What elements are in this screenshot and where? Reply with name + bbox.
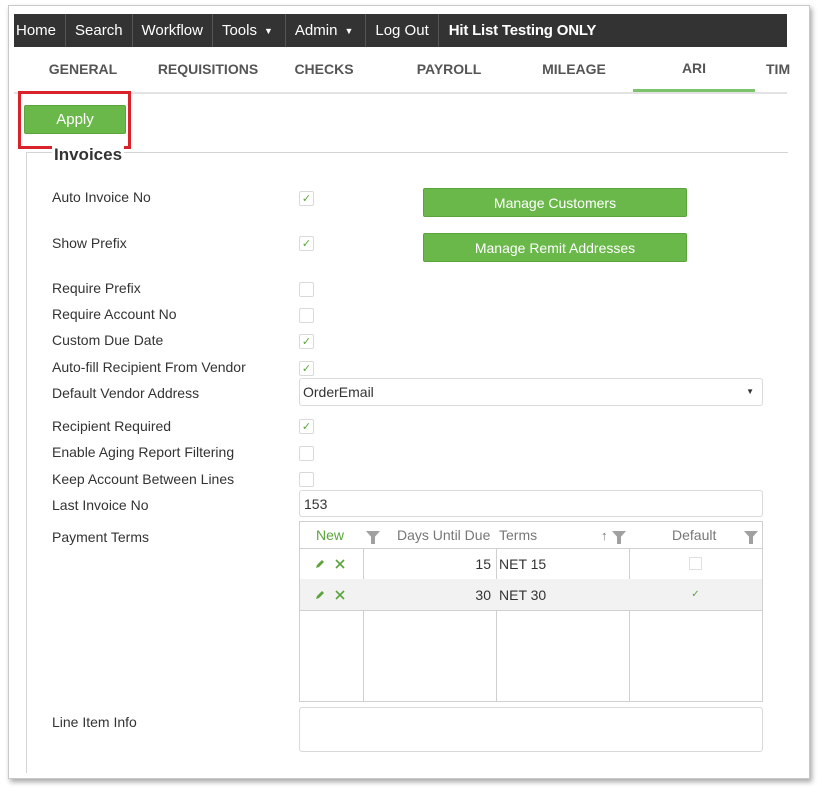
grid-new-button[interactable]: New: [316, 522, 344, 548]
default-cell: [689, 548, 702, 579]
days-cell: 15: [475, 555, 491, 572]
days-header[interactable]: Days Until Due: [397, 522, 490, 548]
require-account-no-label: Require Account No: [52, 306, 177, 322]
enable-aging-checkbox[interactable]: [299, 446, 314, 461]
autofill-recipient-checkbox[interactable]: ✓: [299, 361, 314, 376]
payment-terms-label: Payment Terms: [52, 529, 149, 545]
tab-mileage[interactable]: MILEAGE: [534, 47, 614, 90]
default-vendor-address-value: OrderEmail: [303, 384, 374, 400]
table-row: 30 NET 30 ✓: [300, 579, 762, 611]
tab-requisitions[interactable]: REQUISITIONS: [148, 47, 268, 90]
apply-button[interactable]: Apply: [24, 105, 126, 134]
tab-ari[interactable]: ARI: [633, 47, 755, 92]
x-icon[interactable]: [334, 579, 346, 610]
terms-cell: NET 15: [499, 555, 547, 572]
pencil-icon[interactable]: [314, 548, 326, 579]
require-prefix-checkbox[interactable]: [299, 282, 314, 297]
nav-logout[interactable]: Log Out: [366, 14, 439, 47]
payment-terms-grid: New Days Until Due Terms ↑ Default 15 NE…: [299, 521, 763, 702]
site-title: Hit List Testing ONLY: [448, 22, 597, 39]
keep-account-label: Keep Account Between Lines: [52, 471, 235, 487]
default-filter-icon[interactable]: [744, 522, 758, 548]
auto-invoice-no-label: Auto Invoice No: [52, 189, 151, 205]
section-title: Invoices: [52, 145, 125, 165]
nav-home-label: Home: [16, 22, 57, 39]
nav-admin[interactable]: Admin ▼: [286, 14, 367, 47]
autofill-recipient-label: Auto-fill Recipient From Vendor: [52, 359, 246, 375]
table-row: 15 NET 15: [300, 548, 762, 580]
manage-customers-button[interactable]: Manage Customers: [423, 188, 687, 217]
tab-general[interactable]: GENERAL: [38, 47, 128, 90]
show-prefix-checkbox[interactable]: ✓: [299, 236, 314, 251]
tab-payroll[interactable]: PAYROLL: [409, 47, 489, 90]
nav-logout-label: Log Out: [375, 22, 429, 39]
auto-invoice-no-checkbox[interactable]: ✓: [299, 191, 314, 206]
last-invoice-no-value: 153: [304, 495, 328, 512]
keep-account-checkbox[interactable]: [299, 472, 314, 487]
nav-admin-label: Admin: [294, 22, 338, 39]
caret-down-icon: ▼: [344, 25, 354, 36]
nav-search[interactable]: Search: [66, 14, 133, 47]
terms-cell: NET 30: [499, 586, 547, 603]
x-icon[interactable]: [334, 548, 346, 579]
default-vendor-address-select[interactable]: OrderEmail ▼: [299, 378, 763, 406]
nav-search-label: Search: [75, 22, 123, 39]
days-cell: 30: [475, 586, 491, 603]
tab-tim[interactable]: TIM: [766, 47, 806, 90]
nav-workflow-label: Workflow: [141, 22, 203, 39]
nav-tools[interactable]: Tools ▼: [213, 14, 286, 47]
default-checkbox: ✓: [691, 589, 700, 600]
require-prefix-label: Require Prefix: [52, 280, 141, 296]
terms-header[interactable]: Terms: [499, 522, 537, 548]
caret-down-icon: ▼: [263, 25, 273, 36]
days-filter-icon[interactable]: [366, 522, 380, 548]
sort-ascending-icon[interactable]: ↑: [601, 522, 608, 548]
require-account-no-checkbox[interactable]: [299, 308, 314, 323]
tab-checks[interactable]: CHECKS: [289, 47, 359, 90]
custom-due-date-checkbox[interactable]: ✓: [299, 334, 314, 349]
last-invoice-no-label: Last Invoice No: [52, 497, 149, 513]
recipient-required-label: Recipient Required: [52, 418, 172, 434]
default-cell: ✓: [689, 579, 702, 610]
nav-tools-label: Tools: [221, 22, 257, 39]
line-item-info-label: Line Item Info: [52, 714, 137, 730]
recipient-required-checkbox[interactable]: ✓: [299, 419, 314, 434]
terms-filter-icon[interactable]: [612, 522, 626, 548]
show-prefix-label: Show Prefix: [52, 235, 127, 251]
enable-aging-label: Enable Aging Report Filtering: [52, 444, 235, 460]
pencil-icon[interactable]: [314, 579, 326, 610]
manage-remit-addresses-button[interactable]: Manage Remit Addresses: [423, 233, 687, 262]
settings-tabs: GENERAL REQUISITIONS CHECKS PAYROLL MILE…: [14, 47, 790, 94]
grid-header: New Days Until Due Terms ↑ Default: [300, 522, 762, 549]
dropdown-arrow-icon: ▼: [746, 387, 754, 396]
default-header[interactable]: Default: [672, 522, 716, 548]
top-nav: Home Search Workflow Tools ▼ Admin ▼ Log O…: [14, 14, 787, 47]
nav-home[interactable]: Home: [14, 14, 67, 47]
nav-workflow[interactable]: Workflow: [133, 14, 213, 47]
line-item-info-input[interactable]: [299, 707, 763, 752]
custom-due-date-label: Custom Due Date: [52, 332, 164, 348]
default-checkbox: [689, 557, 702, 570]
default-vendor-address-label: Default Vendor Address: [52, 385, 200, 401]
last-invoice-no-input[interactable]: 153: [299, 490, 763, 517]
